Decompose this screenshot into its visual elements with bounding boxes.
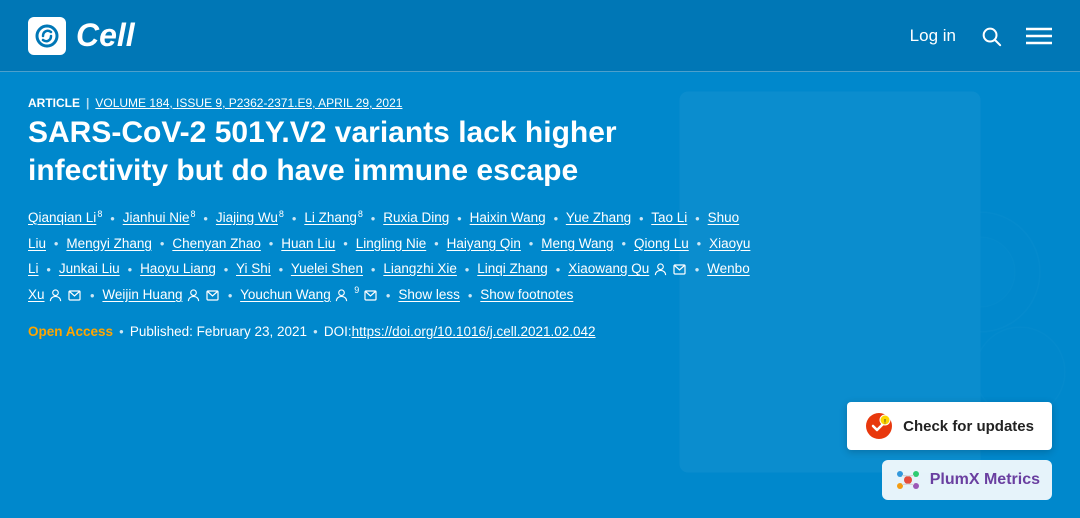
plumx-metrics[interactable]: PlumX Metrics (882, 460, 1052, 500)
search-icon[interactable] (980, 25, 1002, 47)
article-type: ARTICLE (28, 96, 80, 110)
author-linqi-zhang[interactable]: Linqi Zhang (477, 261, 548, 276)
author-haiyang-qin[interactable]: Haiyang Qin (447, 236, 521, 251)
author-mengyi-zhang[interactable]: Mengyi Zhang (66, 236, 152, 251)
logo-icon (28, 17, 66, 55)
author-youchun-wang[interactable]: Youchun Wang (240, 287, 331, 302)
login-button[interactable]: Log in (910, 26, 956, 46)
author-li-zhang[interactable]: Li Zhang (304, 210, 357, 225)
background-illustration (660, 72, 1080, 518)
doi-link[interactable]: https://doi.org/10.1016/j.cell.2021.02.0… (352, 324, 596, 339)
check-updates-label: Check for updates (903, 418, 1034, 435)
author-haixin-wang[interactable]: Haixin Wang (470, 210, 546, 225)
logo[interactable]: Cell (28, 17, 135, 55)
author-lingling-nie[interactable]: Lingling Nie (356, 236, 427, 251)
author-meng-wang[interactable]: Meng Wang (541, 236, 613, 251)
menu-icon[interactable] (1026, 25, 1052, 47)
author-yi-shi[interactable]: Yi Shi (236, 261, 271, 276)
author-yue-zhang[interactable]: Yue Zhang (566, 210, 631, 225)
logo-text: Cell (76, 17, 135, 54)
header-nav: Log in (910, 25, 1052, 47)
author-weijin-huang[interactable]: Weijin Huang (102, 287, 182, 302)
author-jianhui-nie[interactable]: Jianhui Nie (123, 210, 190, 225)
author-qianqian-li[interactable]: Qianqian Li (28, 210, 96, 225)
author-yuelei-shen[interactable]: Yuelei Shen (291, 261, 363, 276)
main-content: ARTICLE | VOLUME 184, ISSUE 9, P2362-237… (0, 72, 1080, 518)
author-chenyan-zhao[interactable]: Chenyan Zhao (172, 236, 261, 251)
published-label: Published: February 23, 2021 (130, 324, 307, 339)
author-haoyu-liang[interactable]: Haoyu Liang (140, 261, 216, 276)
author-huan-liu[interactable]: Huan Liu (281, 236, 335, 251)
plumx-container[interactable]: PlumX Metrics (882, 460, 1052, 500)
doi-label: DOI: (324, 324, 352, 339)
open-access-badge: Open Access (28, 324, 113, 339)
author-jiajing-wu[interactable]: Jiajing Wu (216, 210, 278, 225)
volume-info-link[interactable]: VOLUME 184, ISSUE 9, P2362-2371.E9, APRI… (95, 96, 402, 110)
plumx-label: PlumX Metrics (930, 471, 1040, 489)
show-less-button[interactable]: Show less (398, 287, 460, 302)
show-footnotes-button[interactable]: Show footnotes (480, 287, 573, 302)
check-updates-icon: ! (865, 412, 893, 440)
check-for-updates-button[interactable]: ! Check for updates (847, 402, 1052, 450)
author-junkai-liu[interactable]: Junkai Liu (59, 261, 120, 276)
author-ruxia-ding[interactable]: Ruxia Ding (383, 210, 449, 225)
svg-text:!: ! (884, 420, 886, 426)
header: Cell Log in (0, 0, 1080, 72)
authors-block: Qianqian Li8 ● Jianhui Nie8 ● Jiajing Wu… (28, 205, 758, 308)
author-xiaowang-qu[interactable]: Xiaowang Qu (568, 261, 649, 276)
article-title: SARS-CoV-2 501Y.V2 variants lack higher … (28, 114, 758, 189)
author-liangzhi-xie[interactable]: Liangzhi Xie (383, 261, 457, 276)
